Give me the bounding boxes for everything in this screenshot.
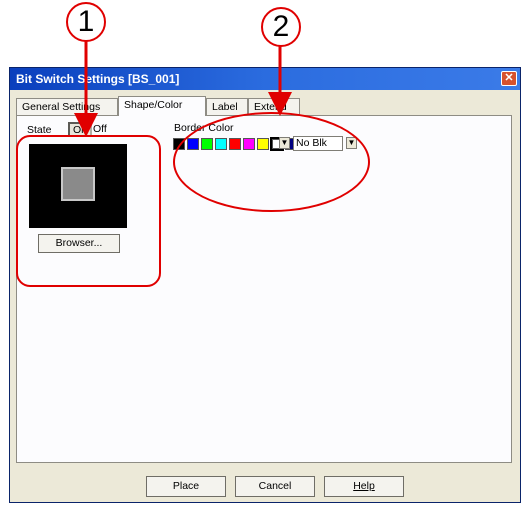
help-button[interactable]: Help <box>324 476 404 497</box>
state-group-highlight <box>16 135 161 287</box>
help-label: Help <box>353 480 375 492</box>
title-bar[interactable]: Bit Switch Settings [BS_001] ✕ <box>10 68 520 90</box>
place-button[interactable]: Place <box>146 476 226 497</box>
border-color-highlight <box>173 112 370 212</box>
cancel-button[interactable]: Cancel <box>235 476 315 497</box>
window-title: Bit Switch Settings [BS_001] <box>16 72 180 86</box>
tab-general-settings[interactable]: General Settings <box>16 98 118 115</box>
callout-marker-2: 2 <box>261 7 301 47</box>
close-icon[interactable]: ✕ <box>501 71 517 86</box>
callout-marker-1: 1 <box>66 2 106 42</box>
tab-label[interactable]: Label <box>206 98 248 115</box>
tab-shape-color[interactable]: Shape/Color <box>118 96 206 116</box>
